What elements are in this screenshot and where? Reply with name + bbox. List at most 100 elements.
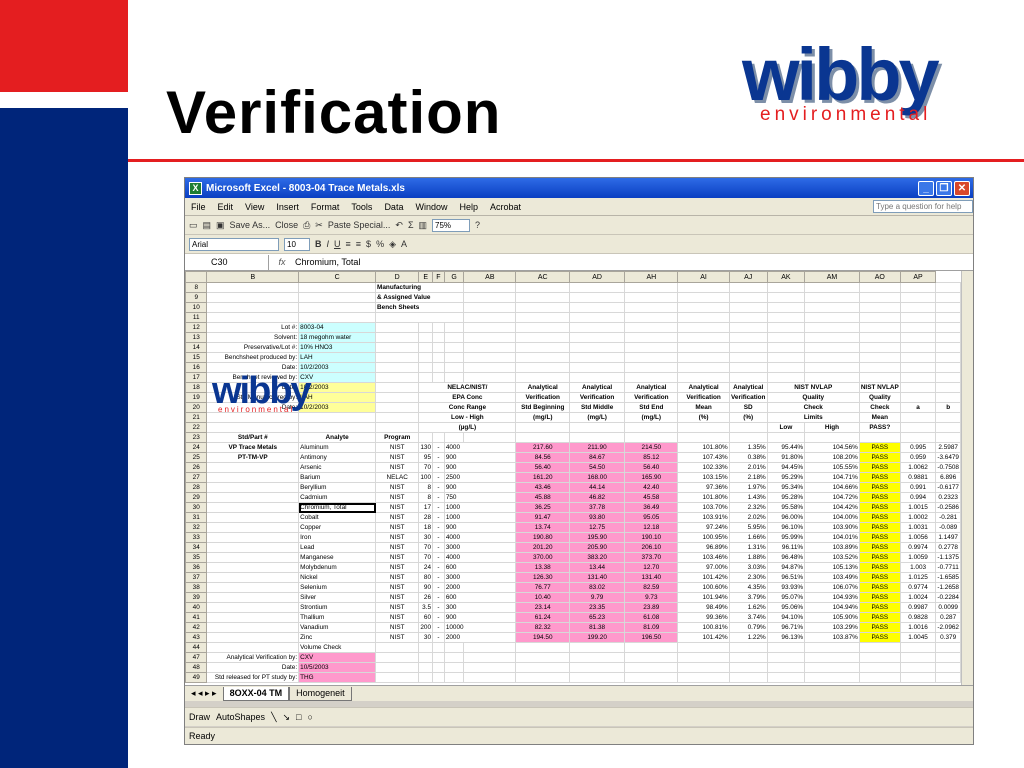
cell[interactable] xyxy=(935,422,961,433)
cell[interactable] xyxy=(515,352,571,363)
cell[interactable] xyxy=(298,312,377,323)
name-box[interactable]: C30 xyxy=(185,254,269,270)
range-dash[interactable]: - xyxy=(432,532,445,543)
cell[interactable] xyxy=(515,642,571,653)
cell[interactable] xyxy=(935,672,961,683)
row-header[interactable]: 22 xyxy=(185,422,208,433)
cell[interactable] xyxy=(728,642,768,653)
column-header[interactable]: B xyxy=(206,271,300,283)
ap-cell[interactable]: -1.2658 xyxy=(935,582,961,593)
cell[interactable] xyxy=(766,292,806,303)
cell[interactable] xyxy=(418,652,434,663)
cell[interactable] xyxy=(206,282,300,293)
row-header[interactable]: 25 xyxy=(185,452,208,463)
menu-window[interactable]: Window xyxy=(415,202,447,212)
range-high-cell[interactable]: 300 xyxy=(443,602,517,613)
menu-data[interactable]: Data xyxy=(384,202,403,212)
program-cell[interactable]: NIST xyxy=(375,502,420,513)
ap-cell[interactable]: 0.2778 xyxy=(935,542,961,553)
ab-cell[interactable]: 126.30 xyxy=(515,572,571,583)
range-high-cell[interactable]: 600 xyxy=(443,562,517,573)
ah-cell[interactable]: 98.49% xyxy=(677,602,730,613)
ak-cell[interactable]: 103.87% xyxy=(804,632,860,643)
cell[interactable] xyxy=(624,422,679,433)
range-high-cell[interactable]: 2000 xyxy=(443,582,517,593)
cell[interactable] xyxy=(677,312,730,323)
header-title-cell[interactable]: & Assigned Value xyxy=(375,292,465,303)
cell[interactable] xyxy=(677,352,730,363)
ajak-header[interactable]: NIST NVLAP xyxy=(766,382,860,393)
ap-cell[interactable]: 6.896 xyxy=(935,472,961,483)
ak-cell[interactable]: 103.90% xyxy=(804,522,860,533)
cell[interactable] xyxy=(375,342,420,353)
cell[interactable] xyxy=(569,672,626,683)
range-low-cell[interactable]: 70 xyxy=(418,462,434,473)
cell[interactable] xyxy=(298,282,377,293)
analyte-cell[interactable]: Iron xyxy=(298,532,377,543)
ad-cell[interactable]: 206.10 xyxy=(624,542,679,553)
oval-icon[interactable]: ○ xyxy=(307,712,312,722)
ad-cell[interactable]: 45.58 xyxy=(624,492,679,503)
range-low-cell[interactable]: 90 xyxy=(418,582,434,593)
range-low-cell[interactable]: 70 xyxy=(418,552,434,563)
ab-cell[interactable]: 61.24 xyxy=(515,612,571,623)
cell[interactable] xyxy=(375,332,420,343)
ai-cell[interactable]: 2.32% xyxy=(728,502,768,513)
ad-header[interactable]: Std End xyxy=(624,402,679,413)
std-part-cell[interactable] xyxy=(206,522,300,533)
cell[interactable] xyxy=(515,332,571,343)
analyte-cell[interactable]: Thallium xyxy=(298,612,377,623)
aj-cell[interactable]: 93.93% xyxy=(766,582,806,593)
pass-cell[interactable]: PASS xyxy=(858,502,901,513)
ah-cell[interactable]: 100.95% xyxy=(677,532,730,543)
am-header[interactable]: Check xyxy=(858,402,901,413)
program-cell[interactable]: NIST xyxy=(375,452,420,463)
font-color-icon[interactable]: A xyxy=(401,239,407,249)
line-icon[interactable]: ╲ xyxy=(271,712,276,723)
aj-cell[interactable]: 96.71% xyxy=(766,622,806,633)
cell[interactable] xyxy=(935,432,961,443)
footer-value[interactable]: CXV xyxy=(298,652,377,663)
analyte-cell[interactable]: Antimony xyxy=(298,452,377,463)
cell[interactable] xyxy=(418,672,434,683)
ai-cell[interactable]: 1.43% xyxy=(728,492,768,503)
cell[interactable] xyxy=(804,652,860,663)
cell[interactable] xyxy=(899,672,937,683)
row-header[interactable]: 39 xyxy=(185,592,208,603)
ajak-header[interactable]: Limits xyxy=(766,412,860,423)
ai-cell[interactable]: 2.02% xyxy=(728,512,768,523)
std-part-cell[interactable] xyxy=(206,622,300,633)
ad-header[interactable]: Verification xyxy=(624,392,679,403)
ad-cell[interactable]: 12.70 xyxy=(624,562,679,573)
cell[interactable] xyxy=(569,432,626,443)
cell[interactable] xyxy=(935,322,961,333)
ai-cell[interactable]: 1.31% xyxy=(728,542,768,553)
ao-cell[interactable]: 0.994 xyxy=(899,492,937,503)
analyte-cell[interactable]: Selenium xyxy=(298,582,377,593)
program-cell[interactable]: NIST xyxy=(375,542,420,553)
cell[interactable] xyxy=(935,292,961,303)
cell[interactable] xyxy=(677,302,730,313)
range-high-cell[interactable]: 1000 xyxy=(443,502,517,513)
cell[interactable] xyxy=(206,312,300,323)
row-header[interactable]: 8 xyxy=(185,282,208,293)
cell[interactable] xyxy=(515,302,571,313)
cell[interactable] xyxy=(677,322,730,333)
cell[interactable] xyxy=(298,292,377,303)
draw-menu[interactable]: Draw xyxy=(189,712,210,722)
ai-cell[interactable]: 1.66% xyxy=(728,532,768,543)
ajak-header[interactable]: Check xyxy=(766,402,860,413)
cell[interactable] xyxy=(569,292,626,303)
cell[interactable] xyxy=(728,422,768,433)
cell[interactable] xyxy=(766,332,806,343)
row-header[interactable]: 30 xyxy=(185,502,208,513)
aj-cell[interactable]: 95.34% xyxy=(766,482,806,493)
pass-cell[interactable]: PASS xyxy=(858,542,901,553)
cell[interactable] xyxy=(515,312,571,323)
pass-cell[interactable]: PASS xyxy=(858,452,901,463)
header-title-cell[interactable]: Manufacturing xyxy=(375,282,465,293)
cell[interactable] xyxy=(935,652,961,663)
program-cell[interactable]: NIST xyxy=(375,522,420,533)
range-low-cell[interactable]: 17 xyxy=(418,502,434,513)
analyte-cell[interactable]: Aluminum xyxy=(298,442,377,453)
